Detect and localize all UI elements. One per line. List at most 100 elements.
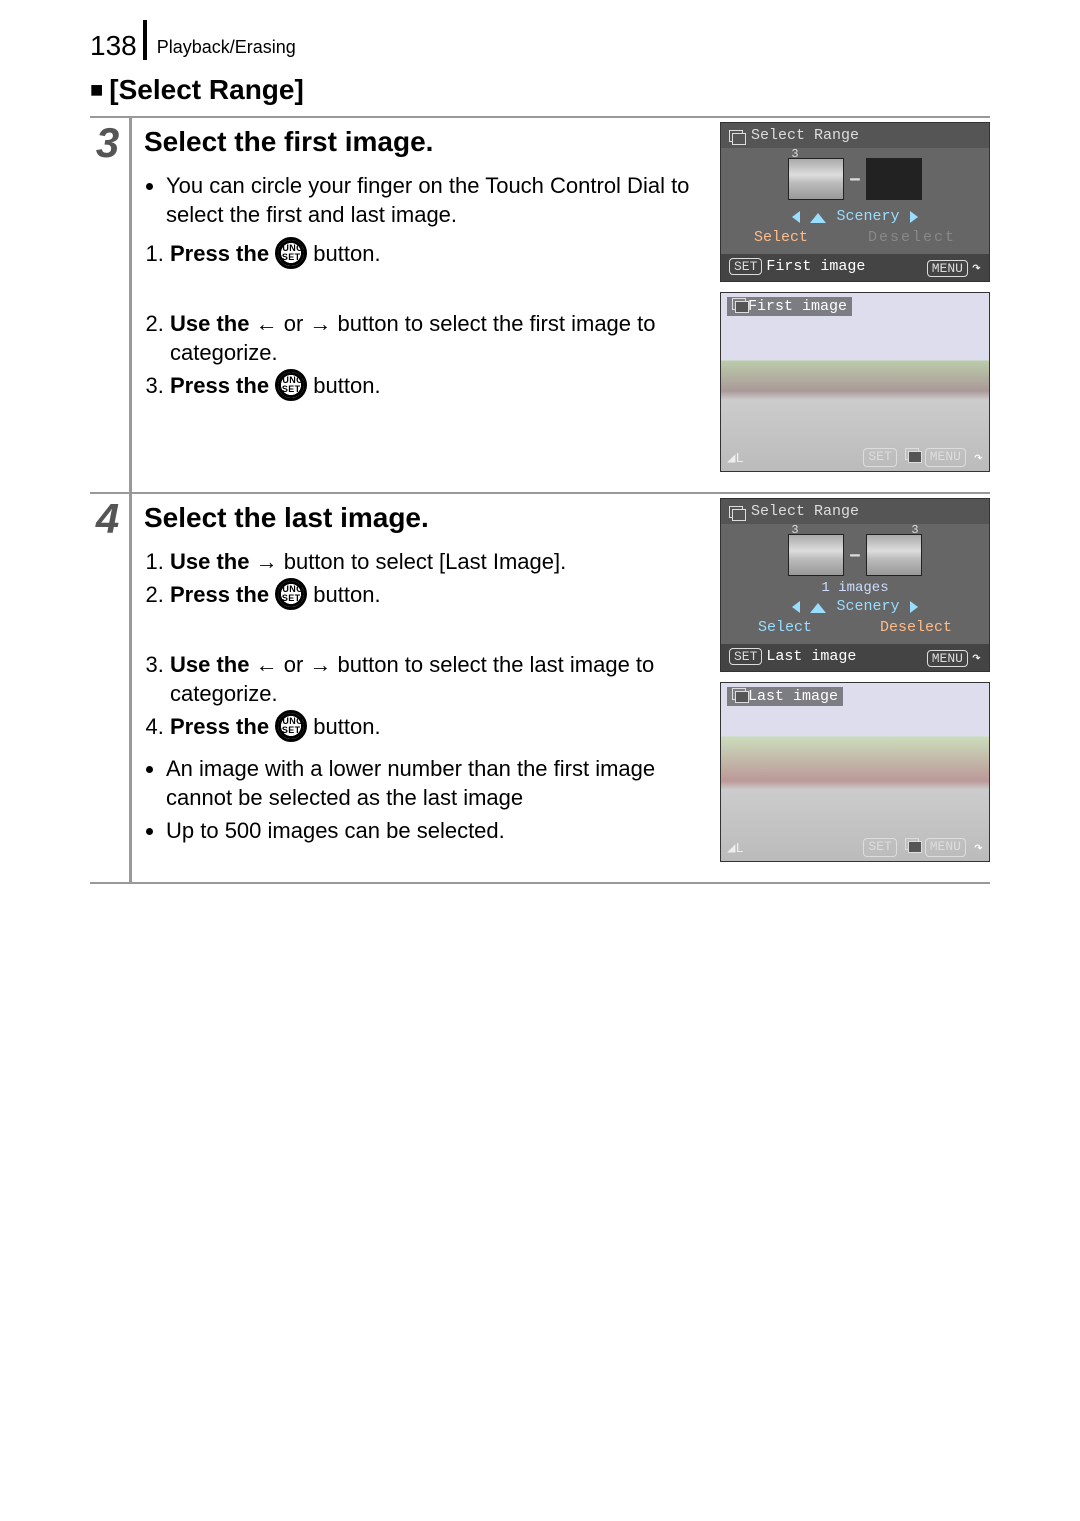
step-number: 3: [90, 122, 125, 164]
step-4: 4 Select the last image. Use the → butto…: [90, 492, 990, 882]
breadcrumb: Playback/Erasing: [157, 37, 296, 60]
set-badge: SET: [863, 448, 896, 467]
text: Use the: [170, 549, 256, 574]
step-number: 4: [90, 498, 125, 540]
text: button.: [313, 582, 380, 607]
menu-badge: MENU: [927, 650, 968, 667]
instruction-item: Press the FUNC.SET button.: [170, 712, 704, 744]
thumb-number: 3: [791, 523, 798, 537]
text: Press the: [170, 241, 275, 266]
text: Press the: [170, 582, 275, 607]
scenery-icon: [810, 601, 826, 613]
back-icon: ↶: [974, 838, 983, 857]
quality-icon: ◢L: [727, 450, 744, 467]
text: button.: [313, 373, 380, 398]
instruction-item: Use the ← or → button to select the last…: [170, 650, 704, 708]
dash-icon: –: [848, 167, 861, 192]
page-header: 138 Playback/Erasing: [90, 20, 990, 60]
foot-text: First image: [766, 258, 865, 275]
page-number: 138: [90, 20, 147, 60]
images-count: 1 images: [729, 580, 981, 596]
triangle-right-icon: [910, 601, 918, 613]
text: or: [284, 652, 310, 677]
thumb-number: 3: [911, 523, 918, 537]
section-title-text: [Select Range]: [109, 74, 304, 105]
deselect-label: Deselect: [868, 229, 956, 246]
category-icon: [732, 298, 746, 310]
text: Press the: [170, 714, 275, 739]
manual-page: 138 Playback/Erasing ■[Select Range] 3 S…: [0, 0, 1080, 924]
scenery-icon: [810, 211, 826, 223]
quality-icon: ◢L: [727, 840, 744, 857]
screen-title: Last image: [748, 688, 838, 705]
text: button.: [313, 241, 380, 266]
text: or: [284, 311, 310, 336]
back-icon: ↶: [972, 258, 981, 277]
instruction-item: Press the FUNC.SET button.: [170, 580, 704, 612]
step-heading: Select the first image.: [144, 124, 704, 161]
text: Use the: [170, 652, 256, 677]
triangle-left-icon: [792, 211, 800, 223]
triangle-left-icon: [792, 601, 800, 613]
thumbnail: 3: [788, 534, 844, 576]
step-number-cell: 4: [90, 494, 132, 882]
step-number-cell: 3: [90, 118, 132, 492]
category-icon: [732, 688, 746, 700]
set-badge: SET: [729, 258, 762, 275]
category-icon: [905, 838, 919, 850]
step-3: 3 Select the first image. You can circle…: [90, 116, 990, 492]
back-icon: ↶: [972, 648, 981, 667]
func-set-button-icon: FUNC.SET: [275, 710, 307, 742]
category-icon: [905, 448, 919, 460]
camera-screen-select-range: Select Range 3 – Scenery: [720, 122, 990, 282]
bullet-square-icon: ■: [90, 77, 103, 102]
func-set-button-icon: FUNC.SET: [275, 237, 307, 269]
thumbnail: 3: [866, 534, 922, 576]
note-text: You can circle your finger on the Touch …: [166, 171, 704, 229]
screen-title: Select Range: [751, 503, 859, 520]
menu-badge: MENU: [927, 260, 968, 277]
thumbnail-empty: [866, 158, 922, 200]
camera-screen-last-image: Last image ◢L SET MENU↶: [720, 682, 990, 862]
triangle-right-icon: [910, 211, 918, 223]
thumbnail: 3: [788, 158, 844, 200]
text: Press the: [170, 373, 275, 398]
instruction-item: Use the → button to select [Last Image].: [170, 547, 704, 576]
category-icon: [729, 506, 743, 518]
category-label: Scenery: [836, 598, 899, 615]
dash-icon: –: [848, 543, 861, 568]
screen-title: First image: [748, 298, 847, 315]
category-icon: [729, 130, 743, 142]
arrow-left-icon: ←: [256, 652, 278, 677]
arrow-right-icon: →: [309, 311, 331, 336]
divider: [90, 882, 990, 884]
foot-text: Last image: [766, 648, 856, 665]
text: button.: [313, 714, 380, 739]
back-icon: ↶: [974, 448, 983, 467]
set-badge: SET: [729, 648, 762, 665]
step-heading: Select the last image.: [144, 500, 704, 537]
arrow-right-icon: →: [309, 652, 331, 677]
text: button to select [Last Image].: [284, 549, 567, 574]
thumb-number: 3: [791, 147, 798, 161]
note-text: An image with a lower number than the fi…: [166, 754, 704, 812]
camera-screen-first-image: First image ◢L SET MENU ↶: [720, 292, 990, 472]
instruction-item: Press the FUNC.SET button.: [170, 239, 704, 271]
menu-badge: MENU: [925, 448, 966, 467]
category-label: Scenery: [836, 208, 899, 225]
screenshots-column: Select Range 3 – 3 1 images Scenery: [720, 498, 990, 862]
instruction-item: Press the FUNC.SET button.: [170, 371, 704, 403]
instruction-item: Use the ← or → button to select the firs…: [170, 309, 704, 367]
text: Use the: [170, 311, 256, 336]
arrow-left-icon: ←: [256, 311, 278, 336]
camera-screen-select-range-last: Select Range 3 – 3 1 images Scenery: [720, 498, 990, 672]
func-set-button-icon: FUNC.SET: [275, 369, 307, 401]
deselect-label: Deselect: [880, 619, 952, 636]
arrow-right-icon: →: [256, 549, 278, 574]
select-label: Select: [758, 619, 812, 636]
screenshots-column: Select Range 3 – Scenery: [720, 122, 990, 472]
note-text: Up to 500 images can be selected.: [166, 816, 704, 845]
menu-badge: MENU: [925, 838, 966, 857]
screen-title: Select Range: [751, 127, 859, 144]
func-set-button-icon: FUNC.SET: [275, 578, 307, 610]
